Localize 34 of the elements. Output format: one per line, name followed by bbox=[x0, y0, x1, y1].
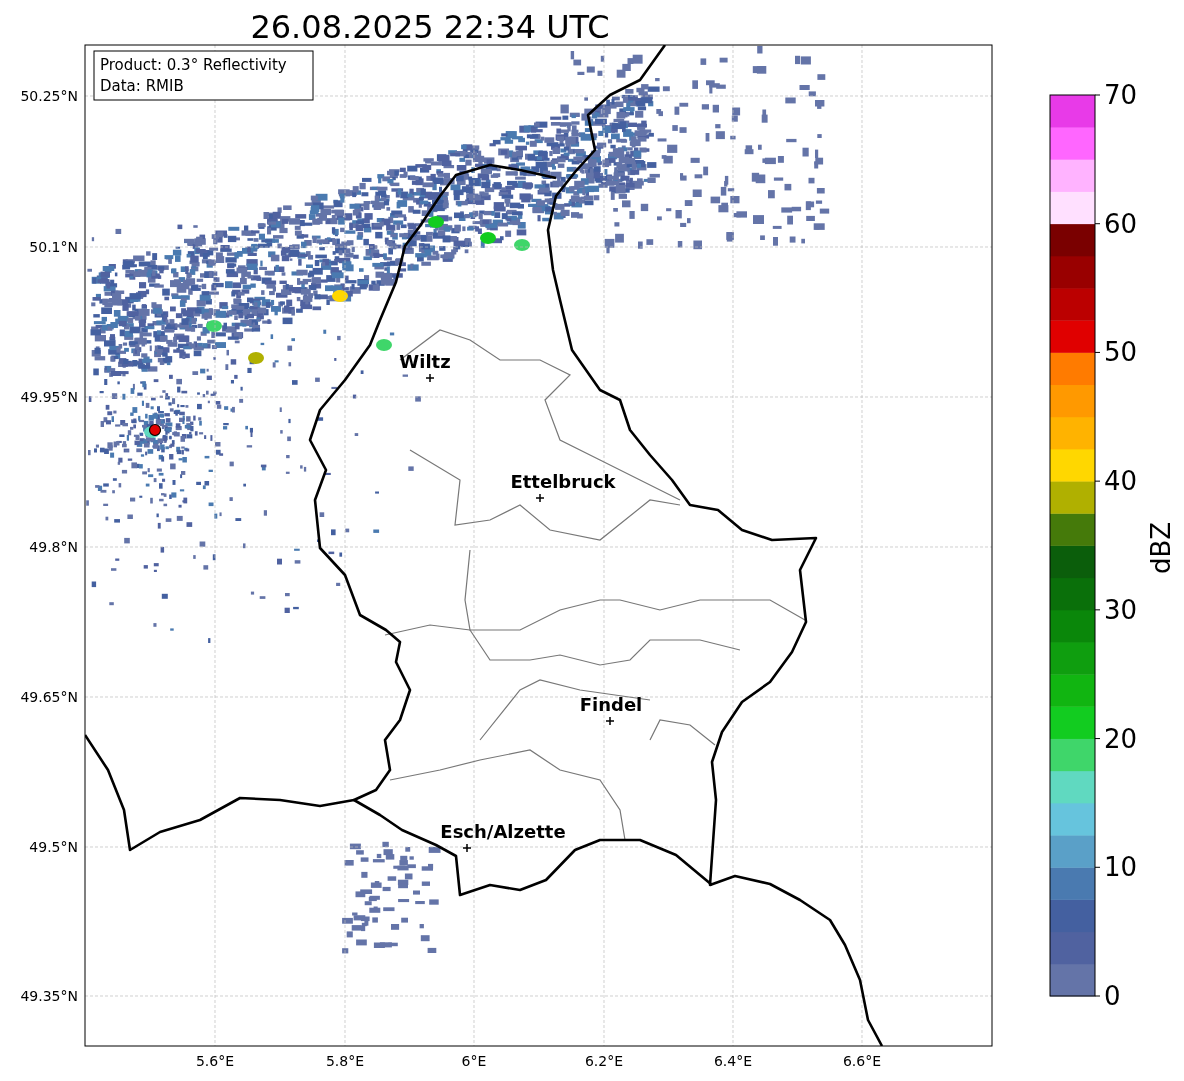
latitude-label: 49.8°N bbox=[29, 539, 78, 555]
city-label: Wiltz bbox=[399, 351, 451, 372]
latitude-label: 50.1°N bbox=[29, 239, 78, 255]
colorbar-tick-label: 50 bbox=[1104, 337, 1138, 368]
colorbar-tick-label: 10 bbox=[1104, 852, 1138, 883]
latitude-label: 49.65°N bbox=[20, 689, 78, 705]
longitude-label: 5.8°E bbox=[325, 1053, 365, 1069]
colorbar-tick-label: 60 bbox=[1104, 208, 1138, 239]
latitude-label: 49.95°N bbox=[20, 389, 78, 405]
colorbar-label: dBZ bbox=[1146, 521, 1176, 575]
colorbar-tick-label: 20 bbox=[1104, 723, 1138, 754]
city-label: Findel bbox=[579, 694, 643, 715]
city-marker-icon bbox=[462, 843, 472, 853]
city-marker-icon bbox=[605, 716, 615, 726]
longitude-label: 6.4°E bbox=[713, 1053, 753, 1069]
chart-title: 26.08.2025 22:34 UTC bbox=[250, 8, 610, 46]
info-text: Data: RMIB bbox=[100, 77, 184, 95]
colorbar-tick-label: 70 bbox=[1104, 80, 1138, 110]
latitude-label: 49.5°N bbox=[29, 839, 78, 855]
longitude-label: 5.6°E bbox=[195, 1053, 235, 1069]
colorbar-tick-label: 40 bbox=[1104, 466, 1138, 497]
radar-site-icon bbox=[148, 423, 162, 437]
colorbar-tick-label: 30 bbox=[1104, 594, 1138, 625]
city-marker-icon bbox=[425, 373, 435, 383]
info-text: Product: 0.3° Reflectivity bbox=[100, 56, 287, 74]
longitude-label: 6.6°E bbox=[842, 1053, 882, 1069]
city-marker-icon bbox=[535, 493, 545, 503]
city-label: Ettelbruck bbox=[510, 471, 616, 492]
longitude-label: 6°E bbox=[461, 1053, 487, 1069]
latitude-label: 50.25°N bbox=[20, 88, 78, 104]
latitude-label: 49.35°N bbox=[20, 988, 78, 1004]
longitude-label: 6.2°E bbox=[584, 1053, 624, 1069]
colorbar-tick-label: 0 bbox=[1104, 981, 1121, 1011]
city-label: Esch/Alzette bbox=[440, 821, 566, 842]
